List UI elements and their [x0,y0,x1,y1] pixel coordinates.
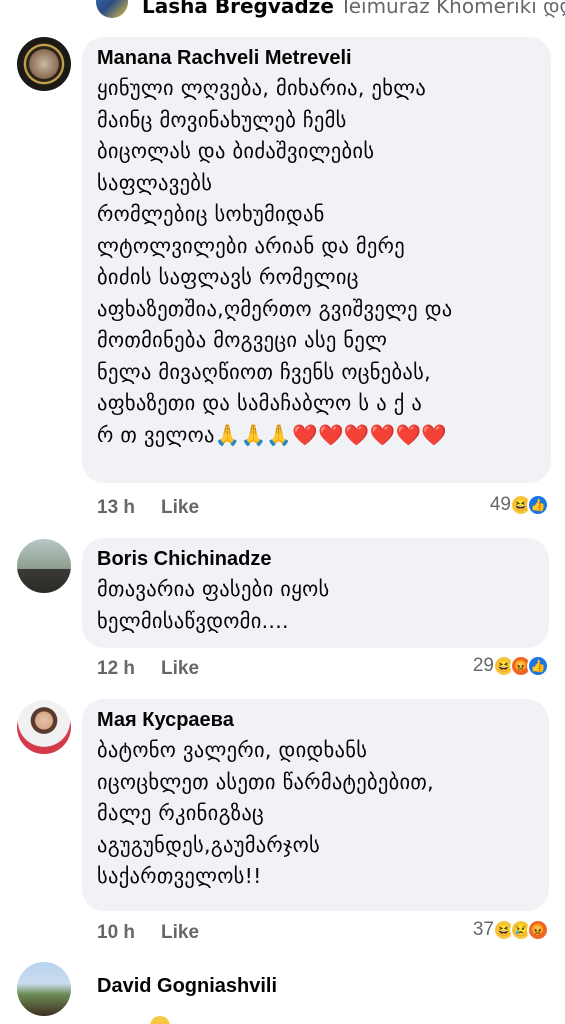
comment-text: ყინული ლღვება, მიხარია, ეხლა მაინც მოვინ… [97,76,453,447]
reaction-count: 49 [489,494,511,515]
like-button[interactable]: Like [161,658,199,679]
previous-comment-text: Lasha Bregvadze Teimuraz Khomeriki დღ... [142,0,565,18]
previous-comment: Lasha Bregvadze Teimuraz Khomeriki დღ... [0,0,565,22]
comment-author[interactable]: Manana Rachveli Metreveli [97,45,537,71]
comment-bubble: Мая Кусраева ბატონო ვალერი, დიდხანს იცოც… [82,699,549,911]
comment-actions: 13 h Like [97,497,199,519]
reaction-count: 29 [472,655,494,676]
avatar[interactable] [17,539,71,593]
like-button[interactable]: Like [161,922,199,943]
like-icon: 👍 [527,655,549,677]
avatar[interactable] [17,700,71,754]
avatar[interactable] [17,962,71,1016]
avatar[interactable] [96,0,128,18]
angry-icon: 😡 [527,919,549,941]
comment-actions: 10 h Like [97,922,199,944]
comment-time[interactable]: 13 h [97,497,135,518]
comment-text: Teimuraz Khomeriki დღ... [339,0,565,18]
like-button[interactable]: Like [161,497,199,518]
comment-author[interactable]: Lasha Bregvadze [142,0,334,18]
comment-text: ბატონო ვალერი, დიდხანს იცოცხლეთ ასეთი წა… [97,738,434,888]
comment-author[interactable]: Мая Кусраева [97,707,535,733]
comment-author[interactable]: David Gogniashvili [97,973,277,999]
emoji-icon [150,1016,170,1024]
avatar[interactable] [17,37,71,91]
comment-time[interactable]: 12 h [97,658,135,679]
comment-bubble: Boris Chichinadze მთავარია ფასები იყოს ხ… [82,538,549,648]
comment-text: მთავარია ფასები იყოს ხელმისაწვდომი.... [97,577,330,633]
comment-time[interactable]: 10 h [97,922,135,943]
comment-author[interactable]: Boris Chichinadze [97,546,535,572]
comment-bubble: Manana Rachveli Metreveli ყინული ლღვება,… [82,37,551,483]
reaction-summary[interactable]: 37 😆 😢 😡 [473,919,549,941]
reaction-summary[interactable]: 29 😆 😡 👍 [473,655,549,677]
like-icon: 👍 [527,494,549,516]
comment-actions: 12 h Like [97,658,199,680]
reaction-count: 37 [472,919,494,940]
reaction-summary[interactable]: 49 😆 👍 [490,494,549,516]
